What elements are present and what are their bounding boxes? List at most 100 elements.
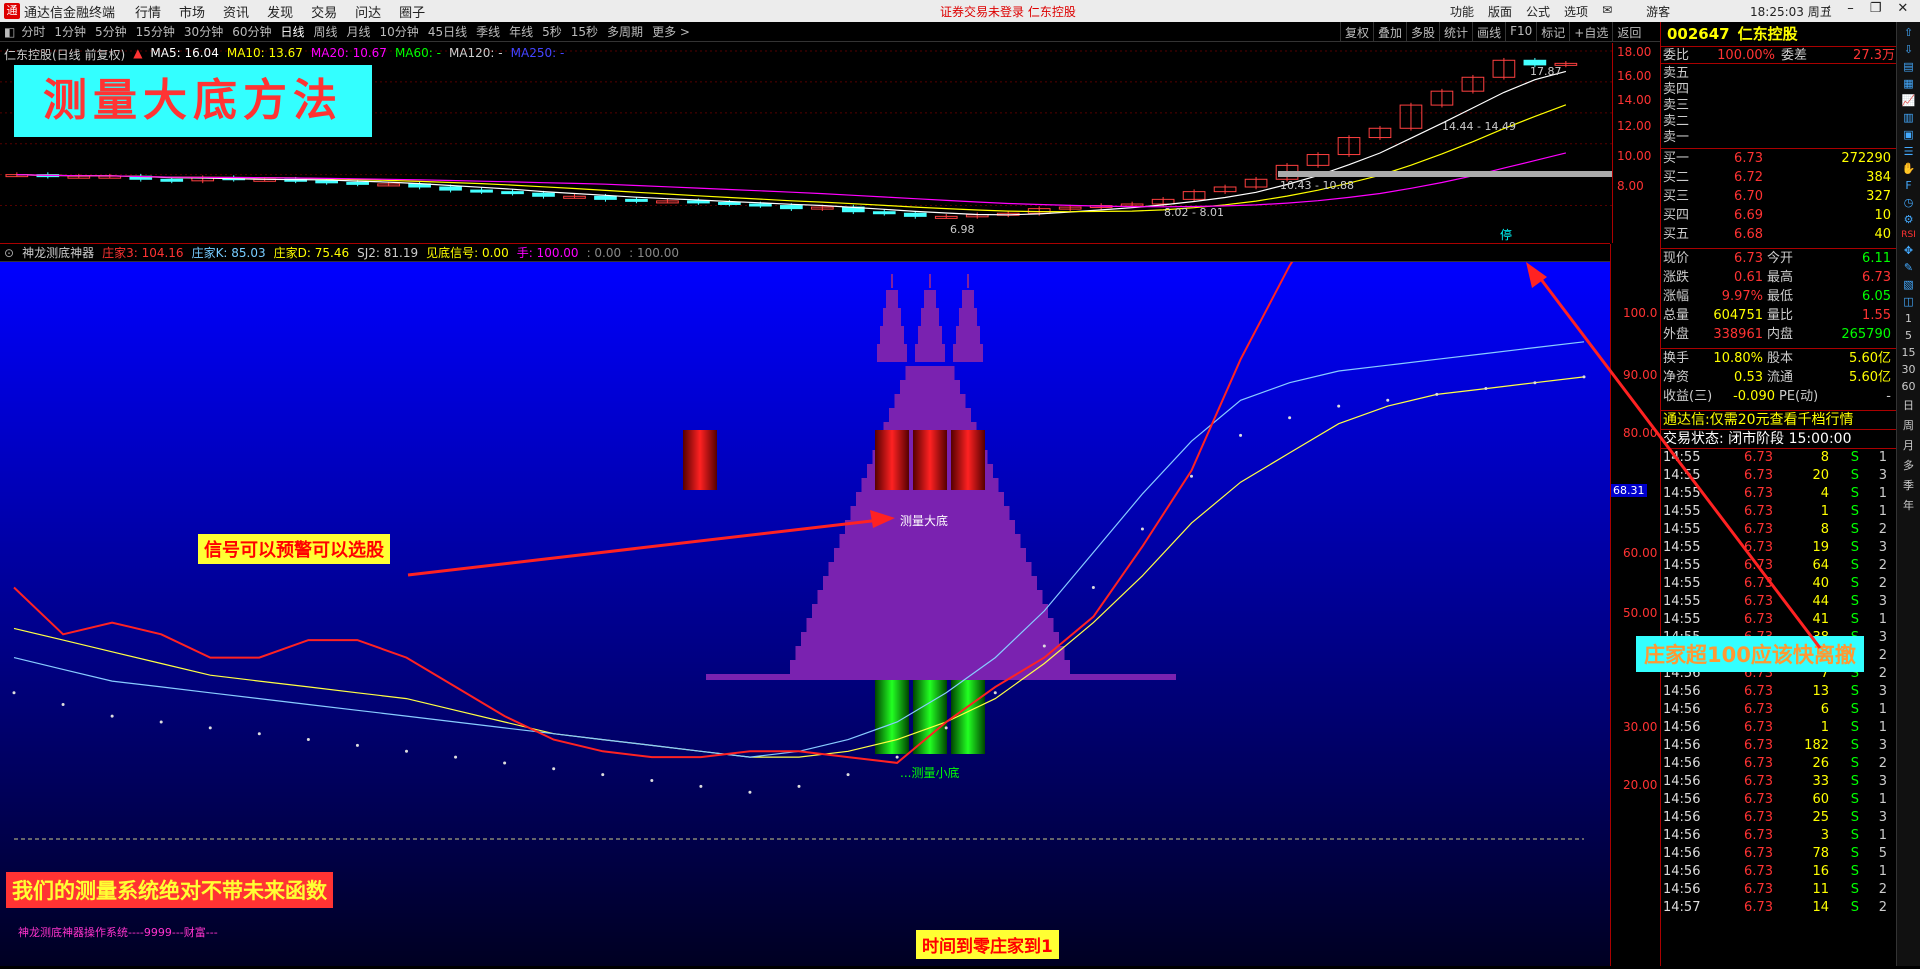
tool-fuquan[interactable]: 复权 — [1340, 22, 1373, 42]
period-item[interactable]: 多周期 — [607, 23, 643, 40]
menu-circle[interactable]: 圈子 — [399, 2, 425, 21]
period-item[interactable]: 60分钟 — [232, 23, 271, 40]
period-item[interactable]: 5分钟 — [95, 23, 127, 40]
price-annotation-high: 17.87 — [1530, 65, 1562, 78]
period-item[interactable]: 15秒 — [571, 23, 598, 40]
sidebar-period[interactable]: 日 — [1901, 397, 1917, 413]
sidebar-period[interactable]: 1 — [1901, 312, 1917, 325]
sidebar-period[interactable]: 月 — [1901, 437, 1917, 453]
tool-back[interactable]: 返回 — [1612, 22, 1645, 42]
chart-icon[interactable]: ▤ — [1901, 60, 1917, 73]
tick-row: 14:55 6.73 1 S 1 — [1663, 503, 1896, 521]
menu-quotes[interactable]: 行情 — [135, 2, 161, 21]
sj2-dot — [797, 784, 801, 788]
user-label[interactable]: 游客 — [1646, 3, 1670, 20]
indicator-tick: 50.00 — [1623, 606, 1658, 620]
period-item[interactable]: 周线 — [314, 23, 338, 40]
menu-layout[interactable]: 版面 — [1488, 3, 1512, 20]
grid-icon[interactable]: ▦ — [1901, 77, 1917, 90]
menu-formula[interactable]: 公式 — [1526, 3, 1550, 20]
trade-status: 交易状态: 闭市阶段 15:00:00 — [1661, 430, 1896, 449]
minimize-icon[interactable]: – — [1847, 1, 1854, 16]
menu-options[interactable]: 选项 — [1564, 3, 1588, 20]
rsi-icon[interactable]: RSI — [1901, 230, 1917, 240]
tick-time: 14:55 — [1663, 504, 1701, 519]
sj2-dot — [1582, 375, 1586, 379]
tick-count: 1 — [1878, 792, 1887, 807]
sidebar-period[interactable]: 30 — [1901, 363, 1917, 376]
period-item[interactable]: 30分钟 — [184, 23, 223, 40]
period-item[interactable]: 分时 — [21, 23, 45, 40]
period-item[interactable]: 5秒 — [542, 23, 562, 40]
tick-side: S — [1850, 846, 1859, 861]
stat-value: - — [1886, 389, 1891, 404]
price-chart[interactable]: 停 仁东控股(日线 前复权) ▲ MA5: 16.04 MA10: 13.67 … — [0, 43, 1612, 243]
tool-overlay[interactable]: 叠加 — [1373, 22, 1406, 42]
sidebar-period[interactable]: 季 — [1901, 477, 1917, 493]
crosshair-icon[interactable]: ✥ — [1901, 244, 1917, 257]
ask-label: 卖二 — [1663, 114, 1690, 129]
panel-toggle-icon[interactable]: ◧ — [4, 25, 15, 39]
bar-chart-icon[interactable]: ▥ — [1901, 111, 1917, 124]
back-icon[interactable]: ‹ — [1826, 1, 1831, 16]
tick-volume: 40 — [1812, 576, 1829, 591]
tool-draw[interactable]: 画线 — [1472, 22, 1505, 42]
down-arrow-icon[interactable]: ⇩ — [1901, 43, 1917, 56]
indicator-name[interactable]: 神龙测底神器 — [22, 244, 94, 261]
period-item[interactable]: 45日线 — [428, 23, 467, 40]
menu-news[interactable]: 资讯 — [223, 2, 249, 21]
tool-multi[interactable]: 多股 — [1406, 22, 1439, 42]
menu-market[interactable]: 市场 — [179, 2, 205, 21]
indicator-chart[interactable]: 测量大底 ...测量小底 信号可以预警可以选股 我们的测量系统绝对不带未来函数 … — [0, 54, 1610, 966]
period-item[interactable]: 月线 — [347, 23, 371, 40]
mail-icon[interactable]: ✉ — [1602, 3, 1612, 20]
up-arrow-icon: ▲ — [133, 46, 143, 60]
promo-link[interactable]: 通达信:仅需20元查看千档行情 — [1661, 411, 1896, 430]
sidebar-period[interactable]: 年 — [1901, 497, 1917, 513]
ma10-value: MA10: 13.67 — [226, 46, 303, 60]
menu-ask[interactable]: 问达 — [355, 2, 381, 21]
tick-list[interactable]: 14:55 6.73 8 S 1 14:55 6.73 20 S 3 14:55 6.73 4 S 1 14:… — [1661, 449, 1896, 917]
restore-icon[interactable]: ❐ — [1870, 1, 1882, 16]
sj2-dot — [1386, 398, 1390, 402]
sidebar-period[interactable]: 60 — [1901, 380, 1917, 393]
period-item-active[interactable]: 日线 — [280, 23, 304, 40]
tool-f10[interactable]: F10 — [1505, 22, 1536, 42]
pyramid-step — [806, 618, 1054, 632]
period-item[interactable]: 季线 — [476, 23, 500, 40]
up-arrow-icon[interactable]: ⇧ — [1901, 26, 1917, 39]
menu-function[interactable]: 功能 — [1450, 3, 1474, 20]
pen-icon[interactable]: ✎ — [1901, 261, 1917, 274]
sidebar-period[interactable]: 周 — [1901, 417, 1917, 433]
sidebar-period[interactable]: 多 — [1901, 457, 1917, 473]
hand-icon[interactable]: ✋ — [1901, 162, 1917, 175]
sj2-dot — [748, 790, 752, 794]
label: 委比 — [1663, 48, 1690, 63]
tool-mark[interactable]: 标记 — [1536, 22, 1569, 42]
line-chart-icon[interactable]: 📈 — [1901, 94, 1917, 107]
period-item[interactable]: 1分钟 — [54, 23, 86, 40]
menu-trade[interactable]: 交易 — [311, 2, 337, 21]
indicator-value: : 0.00 — [586, 245, 622, 260]
layers-icon[interactable]: ◫ — [1901, 295, 1917, 308]
tool-add-favorite[interactable]: +自选 — [1569, 22, 1612, 42]
period-item[interactable]: 15分钟 — [136, 23, 175, 40]
period-item[interactable]: 年线 — [509, 23, 533, 40]
close-icon[interactable]: ✕ — [1897, 1, 1908, 16]
settings-icon[interactable]: ⚙ — [1901, 213, 1917, 226]
period-item-more[interactable]: 更多 > — [652, 23, 690, 40]
table-icon[interactable]: ▣ — [1901, 128, 1917, 141]
list-icon[interactable]: ☰ — [1901, 145, 1917, 158]
sidebar-period[interactable]: 5 — [1901, 329, 1917, 342]
f10-icon[interactable]: F — [1901, 179, 1917, 192]
period-item[interactable]: 10分钟 — [380, 23, 419, 40]
indicator-settings-icon[interactable]: ⊙ — [4, 246, 14, 260]
tool-stats[interactable]: 统计 — [1439, 22, 1472, 42]
stat-label: 流通 — [1767, 370, 1794, 385]
menu-discover[interactable]: 发现 — [267, 2, 293, 21]
tick-volume: 44 — [1812, 594, 1829, 609]
fs-icon[interactable]: ▧ — [1901, 278, 1917, 291]
chart-tool-buttons: 复权 叠加 多股 统计 画线 F10 标记 +自选 返回 — [1340, 22, 1645, 42]
sidebar-period[interactable]: 15 — [1901, 346, 1917, 359]
clock-icon[interactable]: ◷ — [1901, 196, 1917, 209]
